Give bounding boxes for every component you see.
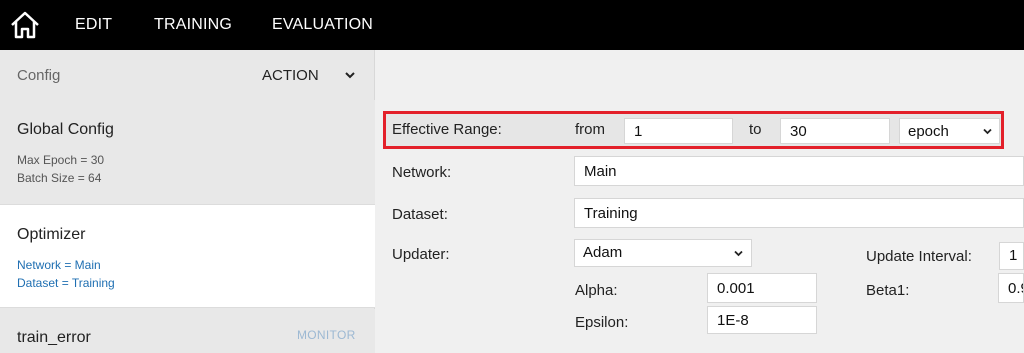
card-detail: Max Epoch = 30: [17, 153, 105, 167]
config-title: Config: [17, 67, 61, 84]
card-title: Optimizer: [17, 226, 86, 243]
network-field[interactable]: Main: [574, 156, 1024, 186]
chevron-down-icon[interactable]: [345, 70, 355, 80]
network-label: Network:: [392, 164, 452, 181]
dataset-field[interactable]: Training: [574, 198, 1024, 228]
update-interval-input[interactable]: 1: [999, 242, 1024, 270]
update-interval-label: Update Interval:: [866, 248, 972, 265]
chevron-down-icon: [734, 250, 743, 257]
to-label: to: [749, 121, 762, 138]
train-error-card[interactable]: train_error MONITOR: [0, 309, 375, 353]
updater-select[interactable]: Adam: [574, 239, 752, 267]
monitor-badge: MONITOR: [297, 328, 356, 342]
top-nav-bar: EDIT TRAINING EVALUATION: [0, 0, 1024, 50]
dataset-label: Dataset:: [392, 206, 448, 223]
action-menu-label[interactable]: ACTION: [262, 67, 319, 84]
effective-range-label: Effective Range:: [392, 121, 502, 138]
nav-evaluation[interactable]: EVALUATION: [272, 16, 373, 34]
optimizer-card[interactable]: Optimizer Network = Main Dataset = Train…: [0, 204, 375, 308]
from-label: from: [575, 121, 605, 138]
epsilon-input[interactable]: 1E-8: [707, 306, 817, 334]
range-to-input[interactable]: 30: [780, 118, 890, 144]
config-header: Config ACTION: [0, 50, 375, 100]
alpha-input[interactable]: 0.001: [707, 273, 817, 303]
config-sidebar: Config ACTION Global Config Max Epoch = …: [0, 50, 375, 353]
card-detail: Batch Size = 64: [17, 171, 102, 185]
range-from-input[interactable]: 1: [624, 118, 733, 144]
alpha-label: Alpha:: [575, 282, 618, 299]
updater-value: Adam: [583, 244, 623, 261]
range-unit-value: epoch: [908, 123, 949, 140]
nav-training[interactable]: TRAINING: [154, 16, 232, 34]
epsilon-label: Epsilon:: [575, 314, 629, 331]
beta1-label: Beta1:: [866, 282, 910, 299]
card-title: train_error: [17, 329, 91, 346]
card-detail: Dataset = Training: [17, 276, 115, 290]
card-title: Global Config: [17, 121, 114, 138]
home-icon[interactable]: [9, 10, 41, 40]
updater-label: Updater:: [392, 246, 450, 263]
nav-edit[interactable]: EDIT: [75, 16, 112, 34]
card-detail: Network = Main: [17, 258, 101, 272]
chevron-down-icon: [983, 128, 992, 135]
beta1-input[interactable]: 0.9: [998, 273, 1024, 303]
